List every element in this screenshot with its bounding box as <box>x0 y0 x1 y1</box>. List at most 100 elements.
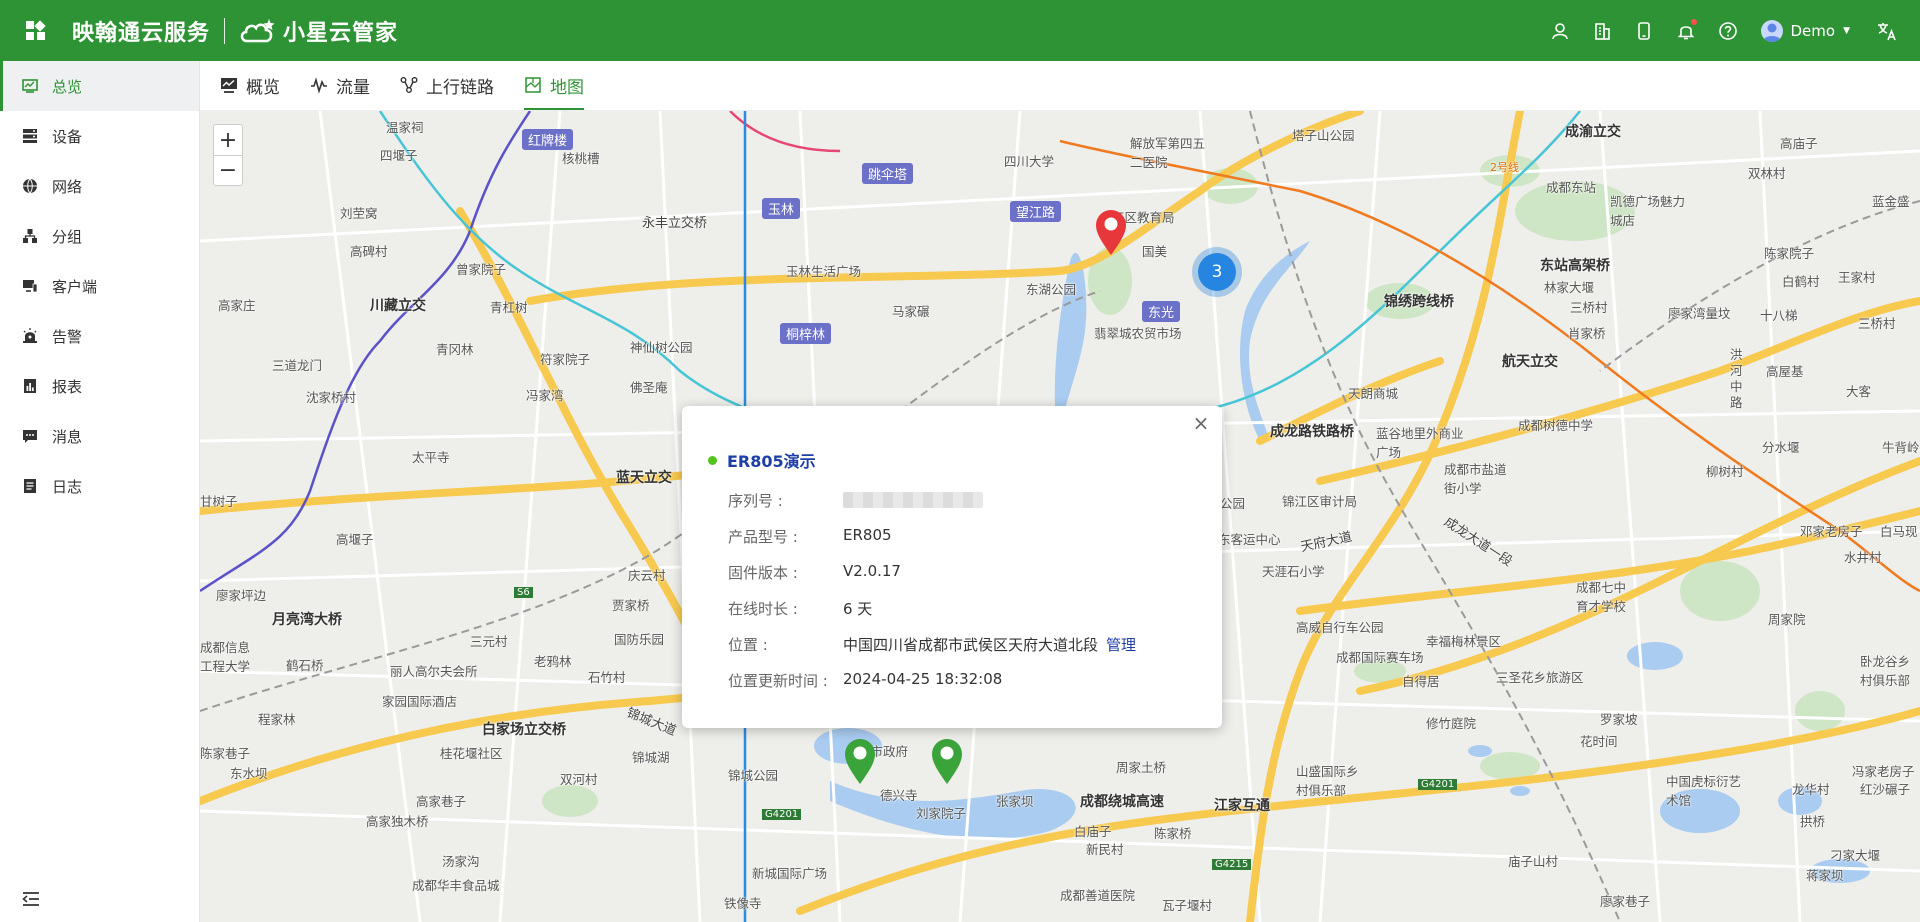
zoom-out-button[interactable]: − <box>214 155 242 185</box>
client-icon <box>22 278 38 294</box>
map-label: 刁家大堰 <box>1830 848 1881 863</box>
map-label: 程家林 <box>258 712 296 727</box>
help-button[interactable] <box>1707 10 1749 52</box>
sidebar-item-label: 网络 <box>52 177 83 196</box>
map-label: 张家坝 <box>996 794 1034 809</box>
map-label: 川藏立交 <box>370 298 426 314</box>
map-label: 佛圣庵 <box>630 380 668 395</box>
location-updated-value: 2024-04-25 18:32:08 <box>843 670 1003 688</box>
map-label: 2号线 <box>1490 161 1519 174</box>
map-label: 三道龙门 <box>272 358 323 373</box>
apps-grid-button[interactable] <box>0 0 72 61</box>
language-button[interactable] <box>1864 10 1910 52</box>
serial-label: 序列号 : <box>728 492 783 510</box>
sidebar-item-label: 总览 <box>52 77 83 96</box>
map-label: 高堰子 <box>336 532 374 547</box>
map-pin-icon <box>932 739 962 784</box>
map-label: 公园 <box>1220 496 1246 511</box>
organization-button[interactable] <box>1581 10 1623 52</box>
map-pin-icon <box>1096 210 1126 255</box>
map-label: 成都善道医院 <box>1060 888 1136 903</box>
sidebar-item-messages[interactable]: 消息 <box>0 411 199 461</box>
translate-icon <box>1878 22 1896 40</box>
overview-icon <box>220 76 238 94</box>
tab-uplink[interactable]: 上行链路 <box>400 60 494 110</box>
map-label: 双林村 <box>1748 166 1786 181</box>
map-label: 龙华村 <box>1792 782 1830 797</box>
user-menu[interactable]: Demo ▼ <box>1760 19 1850 42</box>
map-label: 高家巷子 <box>416 794 467 809</box>
tab-traffic[interactable]: 流量 <box>310 60 370 110</box>
map-label: 太平寺 <box>412 450 450 465</box>
sidebar-item-devices[interactable]: 设备 <box>0 111 199 161</box>
map-label: 东站高架桥 <box>1540 258 1610 274</box>
map-label: 柳树村 <box>1706 464 1744 479</box>
zoom-in-button[interactable]: + <box>214 125 242 155</box>
device-cluster-marker[interactable]: 3 <box>1192 247 1242 297</box>
location-updated-label: 位置更新时间 : <box>728 672 828 690</box>
map-label: 罗家坡 <box>1600 712 1638 727</box>
notifications-button[interactable] <box>1665 10 1707 52</box>
map-label: 成都东站 <box>1546 180 1597 195</box>
map-label: 三桥村 <box>1858 316 1896 331</box>
uptime-row: 在线时长 : 6 天 <box>728 598 872 619</box>
sidebar-item-logs[interactable]: 日志 <box>0 461 199 511</box>
map-label: 桐梓林 <box>780 323 832 344</box>
map-label: 成都华丰食品城 <box>412 878 500 893</box>
tab-overview[interactable]: 概览 <box>220 60 280 110</box>
map-label: 白庙子 <box>1074 824 1112 839</box>
sidebar-item-network[interactable]: 网络 <box>0 161 199 211</box>
collapse-menu-icon <box>22 892 39 906</box>
map-label: 蓝谷地里外商业广场 <box>1376 426 1464 460</box>
map-label: 四堰子 <box>380 148 418 163</box>
map-label: 天朗商城 <box>1348 386 1399 401</box>
map-label: 牛背岭 <box>1882 440 1920 455</box>
map-label: 德兴寺 <box>880 788 918 803</box>
tab-map[interactable]: 地图 <box>524 60 584 110</box>
sidebar-item-clients[interactable]: 客户端 <box>0 261 199 311</box>
map-view[interactable]: 温家祠 红牌楼 四堰子 核桃槽 跳伞塔 四川大学 解放军第四五二医院 塔子山公园… <box>200 111 1920 922</box>
sidebar-item-overview[interactable]: 总览 <box>0 61 199 111</box>
device-marker-offline[interactable] <box>1093 207 1129 257</box>
map-label: 马家碾 <box>892 304 930 319</box>
device-marker-online[interactable] <box>842 736 878 786</box>
map-label: 符家院子 <box>540 352 591 367</box>
sidebar-item-label: 告警 <box>52 327 83 346</box>
close-popup-button[interactable]: × <box>1192 413 1210 433</box>
mobile-app-button[interactable] <box>1623 10 1665 52</box>
device-marker-online[interactable] <box>929 736 965 786</box>
map-label: 甘树子 <box>200 494 238 509</box>
sidebar-item-groups[interactable]: 分组 <box>0 211 199 261</box>
device-name[interactable]: ER805演示 <box>727 448 816 472</box>
location-label: 位置 : <box>728 636 768 654</box>
map-label: 新城国际广场 <box>752 866 828 881</box>
collapse-sidebar-button[interactable] <box>20 888 42 910</box>
top-actions: Demo ▼ <box>1539 0 1920 61</box>
map-label: 月亮湾大桥 <box>272 612 342 628</box>
map-label: 三桥村 <box>1570 300 1608 315</box>
map-label: 锦绣跨线桥 <box>1384 294 1454 310</box>
map-label: 蓝天立交 <box>616 470 672 486</box>
log-icon <box>22 478 38 494</box>
caret-down-icon: ▼ <box>1843 25 1850 36</box>
sidebar-item-alarms[interactable]: 告警 <box>0 311 199 361</box>
group-icon <box>22 228 38 244</box>
map-label: 成都市盐道街小学 <box>1444 462 1507 496</box>
map-label: 沈家桥村 <box>306 390 357 405</box>
map-label: 刘茔窝 <box>340 206 378 221</box>
map-label: 高威自行车公园 <box>1296 620 1384 635</box>
account-button[interactable] <box>1539 10 1581 52</box>
map-label: 廖家湾量坟 <box>1668 306 1731 321</box>
sidebar-item-reports[interactable]: 报表 <box>0 361 199 411</box>
tab-label: 概览 <box>246 77 280 98</box>
dashboard-tabs: 概览 流量 上行链路 地图 <box>200 61 1920 111</box>
map-label: 成都信息工程大学 <box>200 640 251 674</box>
map-label: 高屋基 <box>1766 364 1804 379</box>
zoom-control: + − <box>213 124 243 186</box>
sidebar-item-label: 日志 <box>52 477 83 496</box>
map-label: 成龙路铁路桥 <box>1270 424 1354 440</box>
map-label: 洪河中路 <box>1730 347 1743 410</box>
map-label: 核桃槽 <box>562 151 600 166</box>
map-label: 双河村 <box>560 772 598 787</box>
manage-location-link[interactable]: 管理 <box>1106 634 1136 655</box>
